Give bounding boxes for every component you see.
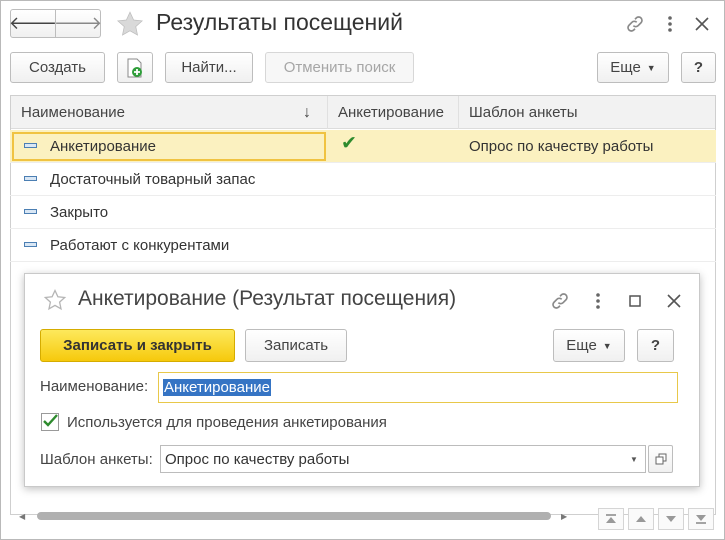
- close-icon: [667, 294, 681, 308]
- checkmark-icon: [43, 414, 58, 427]
- survey-checkbox[interactable]: [41, 413, 59, 431]
- dropdown-arrow-icon: ▼: [602, 340, 612, 351]
- create-button[interactable]: Создать: [10, 52, 105, 83]
- vertical-dots-icon: [596, 293, 600, 309]
- help-button[interactable]: ?: [681, 52, 716, 83]
- template-select-value: Опрос по качеству работы: [165, 450, 350, 468]
- dialog-more-label: Еще: [566, 337, 597, 354]
- more-button[interactable]: Еще ▼: [597, 52, 669, 83]
- cancel-search-button[interactable]: Отменить поиск: [265, 52, 414, 83]
- item-icon: [24, 143, 37, 148]
- dialog-link-button[interactable]: [546, 288, 574, 314]
- more-label: Еще: [610, 59, 641, 76]
- close-button[interactable]: [689, 11, 715, 37]
- dialog-close-button[interactable]: [661, 288, 687, 314]
- dialog-menu-button[interactable]: [586, 288, 610, 314]
- template-open-button[interactable]: [648, 445, 673, 473]
- table-row[interactable]: Закрыто: [10, 196, 716, 229]
- row-name: Закрыто: [50, 203, 109, 221]
- link-icon: [552, 293, 568, 309]
- dialog-favorite-button[interactable]: [41, 286, 69, 314]
- item-icon: [24, 176, 37, 181]
- dialog-maximize-button[interactable]: [623, 288, 647, 314]
- template-field-label: Шаблон анкеты:: [40, 451, 153, 468]
- add-document-icon: [127, 58, 142, 77]
- save-button[interactable]: Записать: [245, 329, 347, 362]
- table-row[interactable]: Достаточный товарный запас: [10, 163, 716, 196]
- star-icon: [116, 11, 144, 36]
- scroll-to-bottom-button[interactable]: [688, 508, 714, 530]
- dialog-title: Анкетирование (Результат посещения): [78, 287, 457, 310]
- scroll-to-top-button[interactable]: [598, 508, 624, 530]
- table-row[interactable]: Работают с конкурентами: [10, 229, 716, 262]
- name-input-value: Анкетирование: [163, 379, 271, 396]
- check-icon: ✔: [341, 132, 357, 154]
- template-select[interactable]: Опрос по качеству работы: [160, 445, 646, 473]
- link-button[interactable]: [621, 11, 649, 37]
- template-dropdown-button[interactable]: ▼: [622, 445, 646, 473]
- item-dialog: Анкетирование (Результат посещения) Запи…: [24, 273, 700, 487]
- back-button[interactable]: 🡐: [8, 9, 58, 38]
- dropdown-arrow-icon: ▼: [630, 454, 638, 464]
- close-icon: [695, 17, 709, 31]
- survey-checkbox-label[interactable]: Используется для проведения анкетировани…: [67, 414, 387, 431]
- triangle-down-icon: [666, 516, 676, 522]
- create-copy-button[interactable]: [117, 52, 153, 83]
- find-button[interactable]: Найти...: [165, 52, 253, 83]
- maximize-icon: [629, 295, 641, 307]
- scroll-down-button[interactable]: [658, 508, 684, 530]
- item-icon: [24, 242, 37, 247]
- name-field-label: Наименование:: [40, 378, 149, 395]
- column-header-template[interactable]: Шаблон анкеты: [459, 96, 715, 129]
- item-icon: [24, 209, 37, 214]
- row-name: Работают с конкурентами: [50, 236, 230, 254]
- favorite-star-button[interactable]: [114, 8, 146, 40]
- star-outline-icon: [43, 288, 67, 311]
- scroll-up-button[interactable]: [628, 508, 654, 530]
- double-up-icon: [606, 514, 616, 523]
- menu-button[interactable]: [658, 11, 682, 37]
- arrow-right-icon: 🡒: [53, 13, 103, 33]
- name-input[interactable]: Анкетирование: [158, 372, 678, 403]
- column-header-survey[interactable]: Анкетирование: [328, 96, 459, 129]
- scroll-left-arrow-icon[interactable]: ◀: [19, 512, 25, 521]
- save-and-close-button[interactable]: Записать и закрыть: [40, 329, 235, 362]
- row-name: Анкетирование: [50, 137, 156, 155]
- vertical-dots-icon: [668, 16, 672, 32]
- sort-arrow-icon: ↓: [303, 103, 311, 121]
- dropdown-arrow-icon: ▼: [646, 62, 656, 73]
- horizontal-scrollbar-thumb[interactable]: [37, 512, 551, 520]
- main-window: 🡐 🡒 Результаты посещений Создать Найти..…: [0, 0, 725, 540]
- arrow-left-icon: 🡐: [8, 13, 58, 33]
- scroll-right-arrow-icon[interactable]: ▶: [561, 512, 567, 521]
- dialog-help-button[interactable]: ?: [637, 329, 674, 362]
- forward-button[interactable]: 🡒: [53, 9, 103, 38]
- triangle-up-icon: [636, 516, 646, 522]
- window-title: Результаты посещений: [156, 9, 403, 35]
- row-name: Достаточный товарный запас: [50, 170, 256, 188]
- link-icon: [627, 16, 643, 32]
- dialog-more-button[interactable]: Еще ▼: [553, 329, 625, 362]
- column-header-name[interactable]: Наименование ↓: [11, 96, 328, 129]
- open-window-icon: [655, 453, 666, 465]
- table-row[interactable]: Анкетирование ✔ Опрос по качеству работы: [10, 130, 716, 163]
- double-down-icon: [696, 515, 706, 524]
- row-template: Опрос по качеству работы: [469, 137, 654, 155]
